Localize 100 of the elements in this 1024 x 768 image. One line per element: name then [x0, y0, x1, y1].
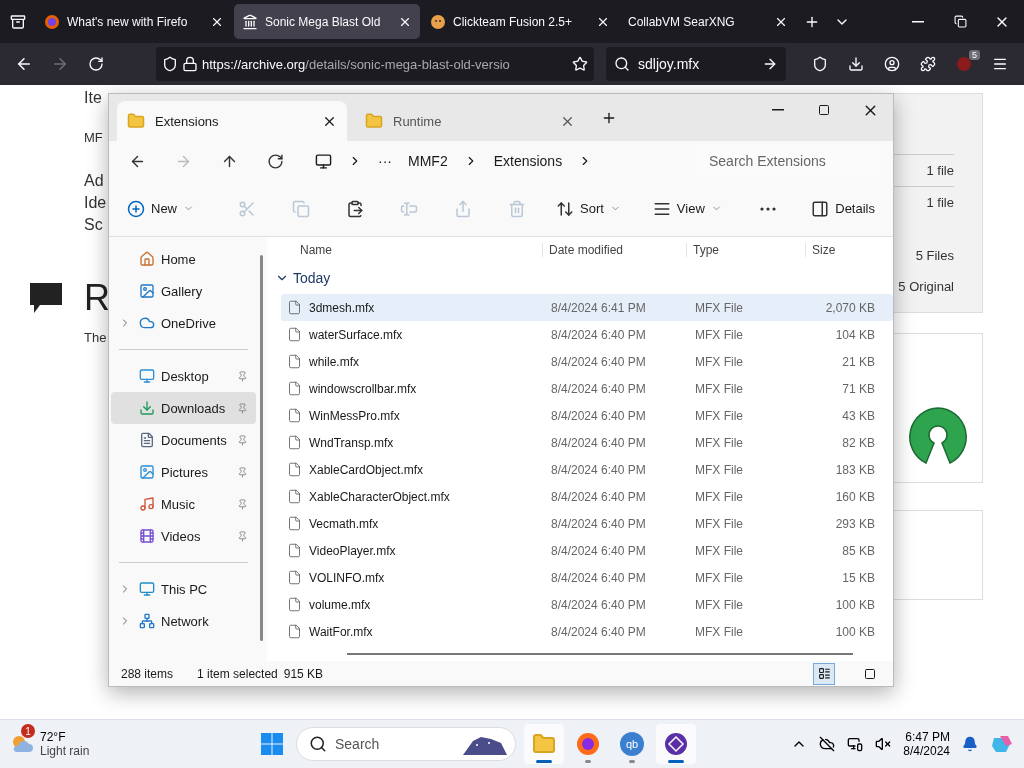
file-row[interactable]: WndTransp.mfx 8/4/2024 6:40 PM MFX File 82 KB — [281, 429, 893, 456]
sort-icon — [556, 199, 574, 218]
nav-item[interactable]: Music — [111, 488, 256, 520]
rename-icon — [400, 199, 418, 218]
column-header[interactable]: Type — [686, 243, 805, 257]
notification-badge: 1 — [21, 724, 35, 738]
file-row[interactable]: XableCardObject.mfx 8/4/2024 6:40 PM MFX File 183 KB — [281, 456, 893, 483]
column-header[interactable]: Name — [294, 243, 542, 257]
file-count: 5 Original — [897, 278, 954, 296]
breadcrumb-bar[interactable]: ··· MMF2 Extensions — [305, 145, 683, 177]
extension-button[interactable]: 5 — [948, 48, 980, 80]
column-header[interactable]: Size — [805, 243, 878, 257]
file-name: 3dmesh.mfx — [308, 300, 376, 315]
cloud-off-icon[interactable] — [819, 736, 836, 752]
file-row[interactable]: XableCharacterObject.mfx 8/4/2024 6:40 PM MFX File 160 KB — [281, 483, 893, 510]
file-date: 8/4/2024 6:40 PM — [551, 408, 647, 423]
file-row[interactable]: VideoPlayer.mfx 8/4/2024 6:40 PM MFX File 85 KB — [281, 537, 893, 564]
taskbar-app[interactable]: qb — [612, 724, 652, 764]
network-icon[interactable] — [847, 736, 864, 752]
file-date: 8/4/2024 6:40 PM — [551, 516, 647, 531]
more-icon — [759, 206, 776, 211]
bell-icon[interactable] — [962, 736, 978, 752]
nav-item[interactable]: Gallery — [111, 275, 256, 307]
account-icon — [884, 56, 900, 72]
file-name: VOLINFO.mfx — [308, 570, 386, 585]
file-name: while.mfx — [308, 354, 360, 369]
sort-button[interactable]: Sort — [548, 191, 629, 226]
breadcrumb-overflow[interactable]: ··· — [378, 153, 392, 169]
file-count: 5 Files — [914, 247, 954, 265]
folder-icon — [127, 112, 145, 130]
nav-item[interactable]: Network — [111, 605, 256, 637]
nav-item[interactable]: Downloads — [111, 392, 256, 424]
refresh-icon — [88, 56, 104, 72]
maximize-icon — [818, 104, 830, 116]
file-type: MFX File — [695, 435, 744, 450]
search-icon — [614, 56, 630, 72]
start-button[interactable] — [260, 732, 284, 756]
nav-item[interactable]: Desktop — [111, 360, 256, 392]
file-type: MFX File — [695, 354, 744, 369]
column-header[interactable]: Date modified — [542, 243, 686, 257]
file-row[interactable]: 3dmesh.mfx 8/4/2024 6:41 PM MFX File 2,070 KB — [281, 294, 893, 321]
mute-icon[interactable] — [875, 736, 892, 752]
details-view-button[interactable] — [813, 662, 835, 685]
view-button[interactable]: View — [644, 191, 730, 226]
page-text: Ite — [84, 88, 102, 108]
file-row[interactable]: waterSurface.mfx 8/4/2024 6:40 PM MFX File 104 KB — [281, 321, 893, 348]
folder-tab[interactable]: Runtime — [355, 101, 585, 141]
file-size: 82 KB — [841, 435, 875, 450]
breadcrumb-item[interactable]: MMF2 — [408, 153, 448, 169]
nav-item[interactable]: Pictures — [111, 456, 256, 488]
file-size: 21 KB — [841, 354, 875, 369]
file-row[interactable]: windowscrollbar.mfx 8/4/2024 6:40 PM MFX File 71 KB — [281, 375, 893, 402]
new-button[interactable]: New — [119, 191, 202, 226]
taskbar-app[interactable] — [656, 724, 696, 764]
file-name: WndTransp.mfx — [308, 435, 395, 450]
shield-icon — [162, 56, 178, 72]
taskbar-app[interactable] — [524, 724, 564, 764]
selection-info: 1 item selected — [197, 666, 278, 681]
nav-item[interactable]: Home — [111, 243, 256, 275]
file-icon — [287, 327, 302, 342]
file-name: XableCharacterObject.mfx — [308, 489, 451, 504]
lock-icon — [182, 56, 198, 72]
file-icon — [287, 516, 302, 531]
nav-item[interactable]: OneDrive — [111, 307, 256, 339]
file-icon — [287, 381, 302, 396]
file-row[interactable]: WaitFor.mfx 8/4/2024 6:40 PM MFX File 100 KB — [281, 618, 893, 645]
browser-tab[interactable]: What's new with Firefo — [36, 4, 232, 39]
star-icon — [572, 56, 588, 72]
browser-tab[interactable]: Sonic Mega Blast Old — [234, 4, 420, 39]
file-size: 15 KB — [841, 570, 875, 585]
file-row[interactable]: Vecmath.mfx 8/4/2024 6:40 PM MFX File 293 KB — [281, 510, 893, 537]
file-type: MFX File — [695, 516, 744, 531]
smiley-icon — [430, 13, 446, 30]
clock[interactable]: 6:47 PM 8/4/2024 — [903, 730, 950, 758]
address-field[interactable]: https://archive.org/details/sonic-mega-blast-old-versio — [156, 47, 594, 81]
file-name: WinMessPro.mfx — [308, 408, 401, 423]
browser-tab[interactable]: Clickteam Fusion 2.5+ — [422, 4, 618, 39]
folder-tab[interactable]: Extensions — [117, 101, 347, 141]
file-size: 100 KB — [834, 624, 875, 639]
details-button[interactable]: Details — [803, 191, 883, 226]
count-badge: 5 — [969, 50, 980, 60]
search-field[interactable]: sdljoy.mfx — [606, 47, 786, 81]
nav-item[interactable]: This PC — [111, 573, 256, 605]
video-icon — [139, 528, 155, 544]
breadcrumb-item[interactable]: Extensions — [493, 153, 563, 169]
plus-icon — [127, 199, 145, 218]
file-row[interactable]: VOLINFO.mfx 8/4/2024 6:40 PM MFX File 15 KB — [281, 564, 893, 591]
browser-tab[interactable]: CollabVM SearXNG — [620, 4, 796, 39]
file-row[interactable]: while.mfx 8/4/2024 6:40 PM MFX File 21 KB — [281, 348, 893, 375]
folder-icon — [365, 112, 383, 130]
gallery-icon — [139, 283, 155, 299]
download-icon — [848, 56, 864, 72]
nav-item[interactable]: Videos — [111, 520, 256, 552]
taskbar-search[interactable]: Search — [296, 727, 516, 761]
file-row[interactable]: volume.mfx 8/4/2024 6:40 PM MFX File 100 KB — [281, 591, 893, 618]
nav-item[interactable]: Documents — [111, 424, 256, 456]
file-icon — [287, 597, 302, 612]
menu-icon — [992, 56, 1008, 72]
minimize-icon — [912, 20, 924, 23]
file-row[interactable]: WinMessPro.mfx 8/4/2024 6:40 PM MFX File 43 KB — [281, 402, 893, 429]
